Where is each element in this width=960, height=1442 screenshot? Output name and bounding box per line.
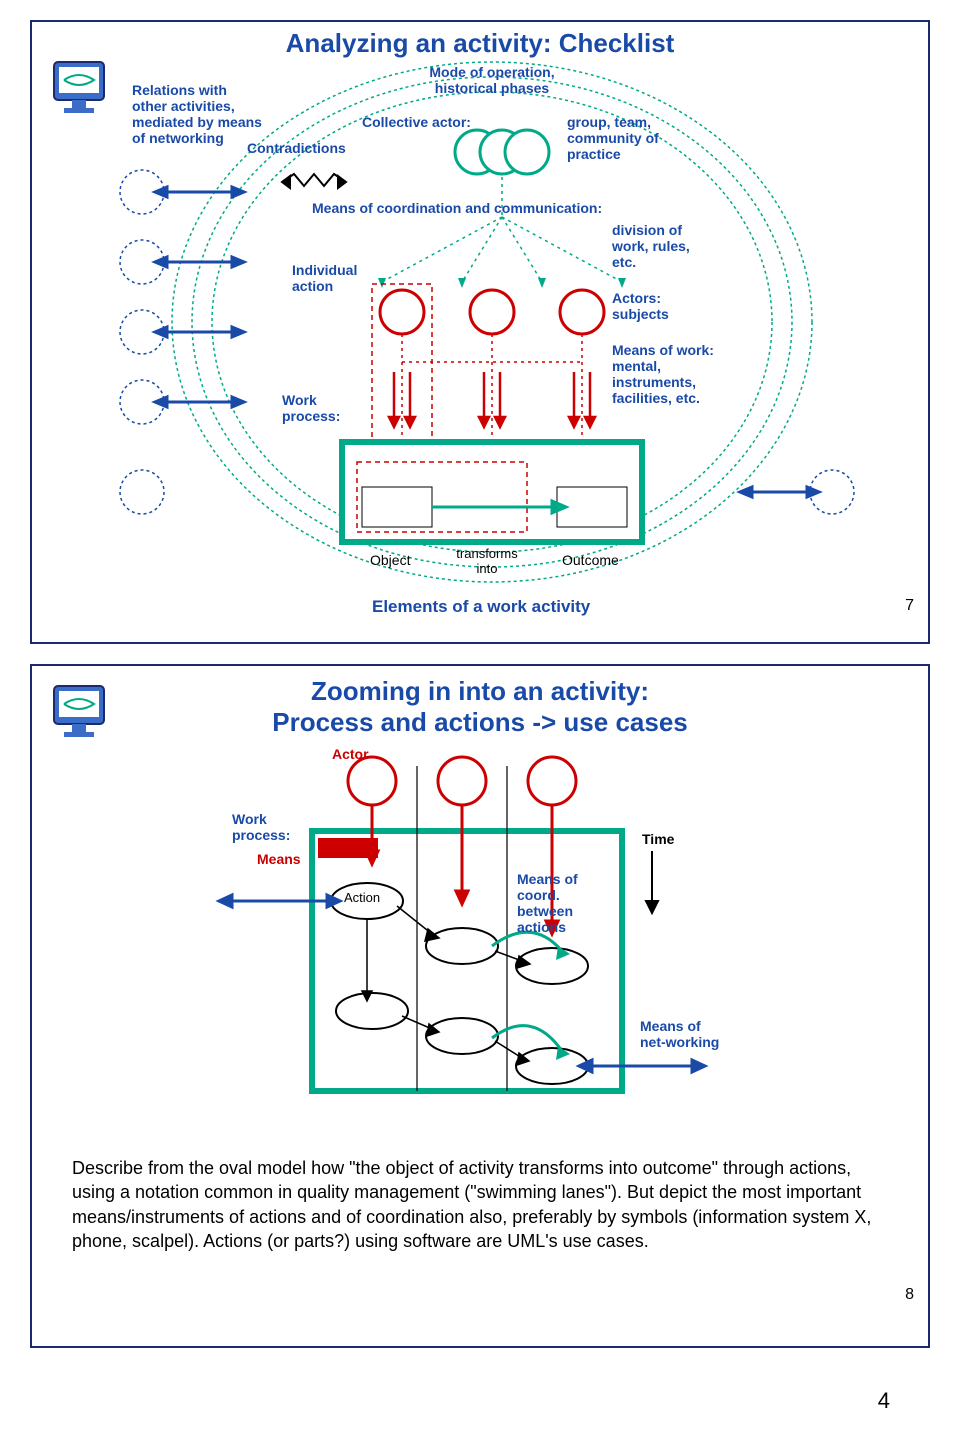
lbl2-time: Time [642,831,674,847]
slide-1: Analyzing an activity: Checklist [30,20,930,644]
lbl2-workprocess: Work process: [232,811,312,843]
lbl2-means: Means [257,851,301,867]
page-number: 4 [0,1388,890,1414]
lbl-actors: Actors: subjects [612,290,692,322]
lbl2-action: Action [344,891,380,906]
lbl-division: division of work, rules, etc. [612,222,712,270]
slide-2: Zooming in into an activity: Process and… [30,664,930,1348]
lbl-group: group, team, community of practice [567,114,667,162]
lbl-outcome: Outcome [562,552,619,568]
slide2-num: 8 [905,1286,914,1304]
lbl-coord: Means of coordination and communication: [312,200,672,216]
lbl-individual: Individual action [292,262,372,294]
lbl-mode: Mode of operation, historical phases [412,64,572,96]
lbl-object: Object [370,552,410,568]
slide2-desc: Describe from the oval model how "the ob… [32,1156,928,1253]
lbl-workprocess: Work process: [282,392,362,424]
slide2-svg [32,666,932,1186]
lbl-transforms: transforms into [447,547,527,577]
lbl2-actor: Actor [332,746,369,762]
slide1-num: 7 [905,597,914,615]
lbl2-meansnet: Means of net-working [640,1018,720,1050]
lbl-collective: Collective actor: [362,114,471,130]
lbl-meanswork: Means of work: mental, instruments, faci… [612,342,732,406]
lbl-elements: Elements of a work activity [372,597,590,617]
lbl-contradictions: Contradictions [247,140,346,156]
lbl2-meanscoord: Means of coord. between actions [517,871,587,935]
lbl-relations: Relations with other activities, mediate… [132,82,262,146]
